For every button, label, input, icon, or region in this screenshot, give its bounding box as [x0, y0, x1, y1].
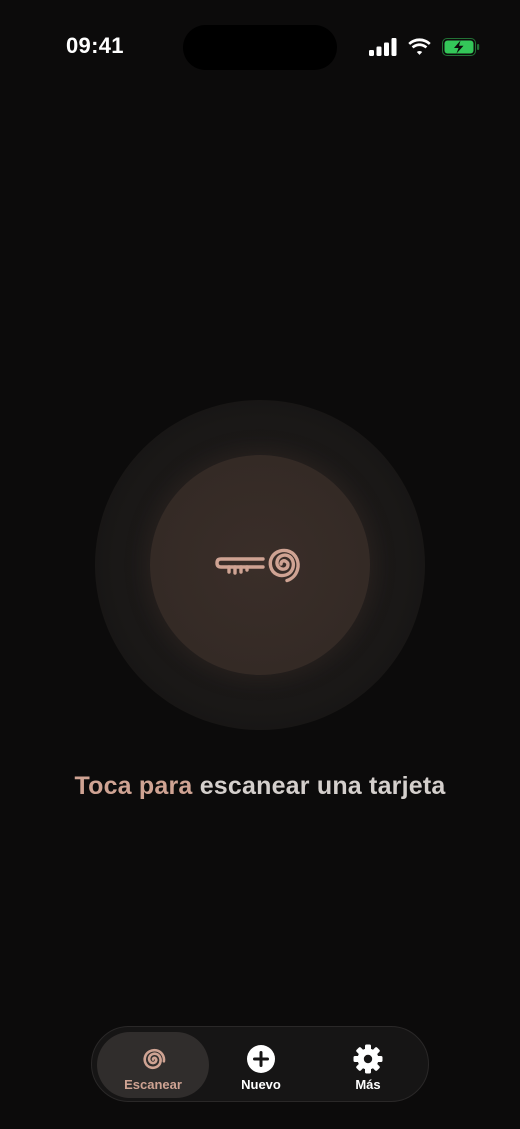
scan-button[interactable]: [95, 400, 425, 730]
key-with-spiral-icon: [215, 540, 307, 586]
scan-prompt-highlight: Toca para: [74, 772, 193, 800]
plus-circle-icon: [244, 1042, 278, 1076]
tab-bar: Escanear Nuevo Más: [91, 1026, 429, 1102]
spiral-icon: [136, 1042, 170, 1076]
status-icons: [369, 36, 480, 58]
tab-mas[interactable]: Más: [312, 1032, 424, 1098]
tab-label: Nuevo: [241, 1077, 281, 1092]
gear-icon: [351, 1042, 385, 1076]
tab-escanear[interactable]: Escanear: [97, 1032, 209, 1098]
cellular-signal-icon: [369, 38, 397, 56]
tab-nuevo[interactable]: Nuevo: [205, 1032, 317, 1098]
dynamic-island: [183, 25, 337, 70]
tab-label: Más: [355, 1077, 381, 1092]
status-bar: 09:41: [0, 0, 520, 96]
status-time: 09:41: [66, 33, 124, 58]
battery-charging-icon: [442, 38, 480, 56]
scan-prompt: Toca para escanear una tarjeta: [0, 772, 520, 801]
tab-label: Escanear: [124, 1077, 182, 1092]
wifi-icon: [407, 38, 432, 56]
scan-prompt-rest: escanear una tarjeta: [192, 772, 446, 800]
